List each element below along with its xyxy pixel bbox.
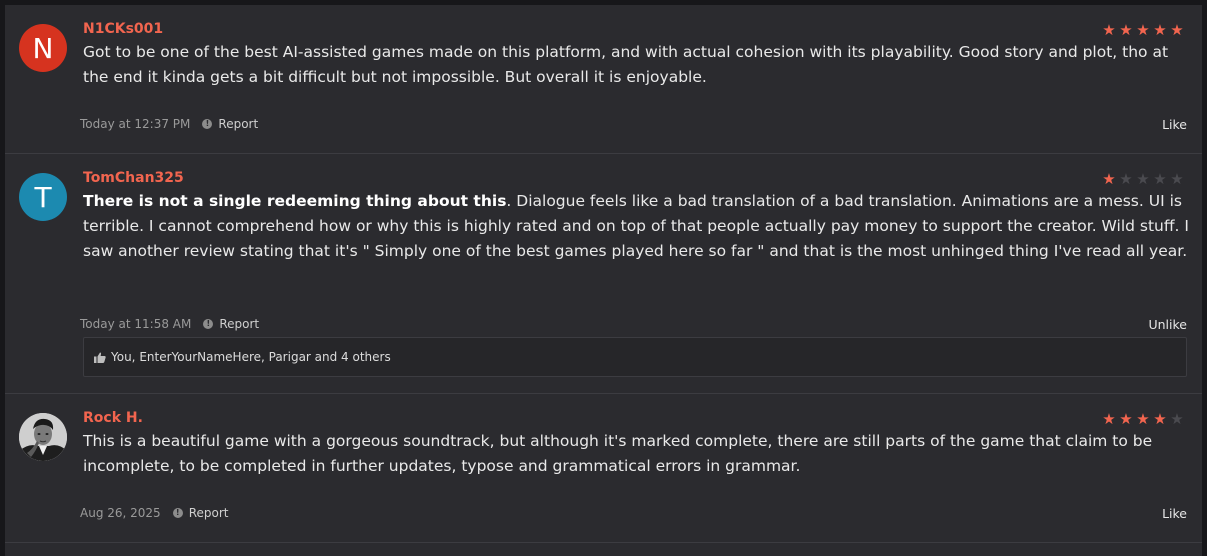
rating-stars: ★ ★ ★ ★ ★ [1101,172,1185,187]
star-filled-icon: ★ [1153,21,1167,39]
star-filled-icon: ★ [1119,21,1133,39]
rating-stars: ★ ★ ★ ★ ★ [1101,23,1185,38]
info-icon: ! [202,119,213,129]
star-empty-icon: ★ [1153,170,1167,188]
username[interactable]: TomChan325 [83,170,184,186]
review-item: N N1CKs001 ★ ★ ★ ★ ★ Got to be one of the be… [5,5,1202,153]
star-empty-icon: ★ [1170,410,1184,428]
avatar-letter: T [34,180,52,214]
review-meta: Today at 11:58 AM ! Report [80,317,259,331]
review-meta: Today at 12:37 PM ! Report [80,117,258,131]
avatar-letter: N [32,31,54,65]
review-text: There is not a single redeeming thing ab… [83,189,1191,264]
review-item: T TomChan325 ★ ★ ★ ★ ★ There is not a single… [5,154,1202,393]
reviews-panel: N N1CKs001 ★ ★ ★ ★ ★ Got to be one of the be… [5,5,1202,556]
review-meta: Aug 26, 2025 ! Report [80,506,228,520]
report-label: Report [188,506,229,520]
star-empty-icon: ★ [1119,170,1133,188]
avatar[interactable]: N [19,24,67,72]
star-filled-icon: ★ [1102,410,1116,428]
review-text: This is a beautiful game with a gorgeous… [83,429,1191,479]
profile-photo-icon [19,413,67,461]
review-body: Got to be one of the best AI-assisted ga… [83,43,1169,86]
avatar[interactable]: T [19,173,67,221]
review-text: Got to be one of the best AI-assisted ga… [83,40,1191,90]
review-body: This is a beautiful game with a gorgeous… [83,432,1153,475]
report-label: Report [218,117,259,131]
report-button[interactable]: ! Report [172,506,229,520]
star-empty-icon: ★ [1170,170,1184,188]
like-button[interactable]: Like [1162,506,1187,521]
report-label: Report [219,317,260,331]
unlike-button[interactable]: Unlike [1148,317,1187,332]
review-time[interactable]: Aug 26, 2025 [80,506,161,520]
likes-text: You, EnterYourNameHere, Parigar and 4 ot… [111,350,391,364]
report-button[interactable]: ! Report [203,317,259,331]
star-empty-icon: ★ [1136,170,1150,188]
star-filled-icon: ★ [1102,21,1116,39]
username[interactable]: Rock H. [83,410,143,426]
avatar[interactable] [19,413,67,461]
star-filled-icon: ★ [1153,410,1167,428]
review-time[interactable]: Today at 11:58 AM [80,317,191,331]
star-filled-icon: ★ [1136,21,1150,39]
star-filled-icon: ★ [1136,410,1150,428]
review-time[interactable]: Today at 12:37 PM [80,117,190,131]
star-filled-icon: ★ [1170,21,1184,39]
thumbs-up-icon [94,352,106,363]
divider [5,542,1202,543]
report-button[interactable]: ! Report [202,117,258,131]
rating-stars: ★ ★ ★ ★ ★ [1101,412,1185,427]
like-button[interactable]: Like [1162,117,1187,132]
info-icon: ! [203,319,214,329]
review-bold-text: There is not a single redeeming thing ab… [83,192,507,210]
likes-summary[interactable]: You, EnterYourNameHere, Parigar and 4 ot… [83,337,1187,377]
star-filled-icon: ★ [1102,170,1116,188]
username[interactable]: N1CKs001 [83,21,163,37]
star-filled-icon: ★ [1119,410,1133,428]
review-item: Rock H. ★ ★ ★ ★ ★ This is a beautiful game w… [5,394,1202,542]
info-icon: ! [172,508,183,518]
